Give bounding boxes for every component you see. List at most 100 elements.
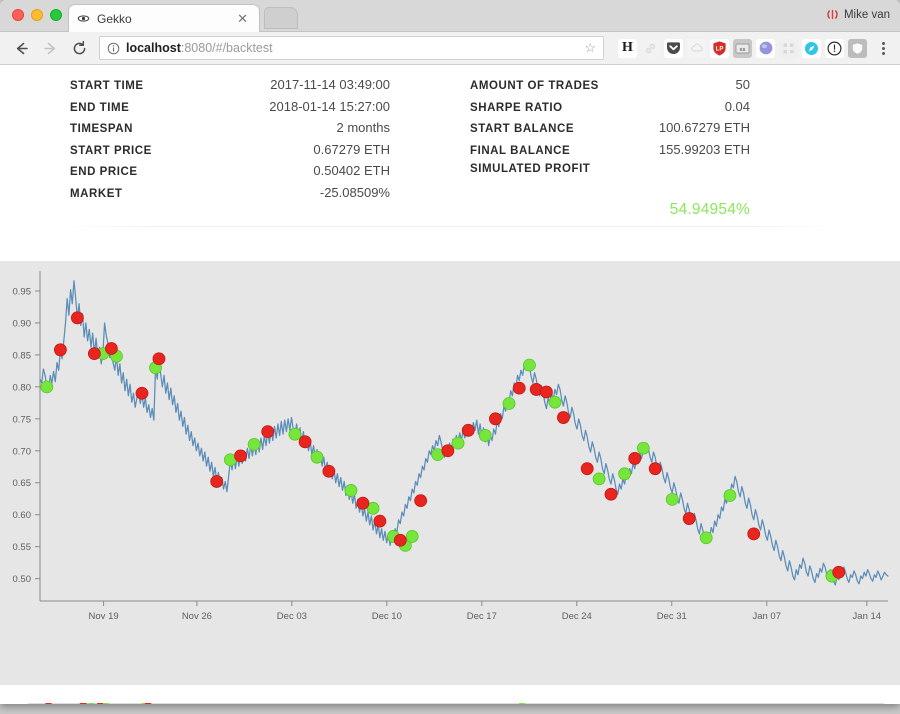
minimize-window-button[interactable] <box>31 9 43 21</box>
info-extension-icon[interactable] <box>825 39 844 58</box>
svg-text:0.75: 0.75 <box>13 414 32 425</box>
stat-row: END TIME 2018-01-14 15:27:00 <box>70 99 390 114</box>
tab-title: Gekko <box>97 12 234 26</box>
stat-label: SIMULATED PROFIT <box>470 163 590 175</box>
stat-label: END PRICE <box>70 166 138 178</box>
browser-window: Gekko ✕ Mike van <box>0 0 900 704</box>
compass-extension-icon[interactable] <box>802 39 821 58</box>
svg-text:0.80: 0.80 <box>13 382 32 393</box>
stat-row: START TIME 2017-11-14 03:49:00 <box>70 77 390 92</box>
svg-text:0.50: 0.50 <box>13 574 32 585</box>
browser-tab[interactable]: Gekko ✕ <box>68 4 260 32</box>
svg-text:0.90: 0.90 <box>13 318 32 329</box>
stat-value: 100.67279 ETH <box>574 120 750 135</box>
stat-label: START BALANCE <box>470 123 574 135</box>
stat-row: FINAL BALANCE 155.99203 ETH <box>470 142 750 157</box>
stat-row: MARKET -25.08509% <box>70 185 390 200</box>
link-extension-icon[interactable] <box>641 39 660 58</box>
close-icon[interactable]: ✕ <box>234 12 251 25</box>
shield-extension-icon[interactable] <box>848 39 867 58</box>
svg-text:0.95: 0.95 <box>13 286 32 297</box>
url-host: localhost <box>126 41 181 55</box>
bookmark-star-icon[interactable]: ☆ <box>578 40 596 56</box>
url-path: :8080/#/backtest <box>181 41 273 55</box>
new-tab-icon[interactable] <box>264 7 298 29</box>
page-content: START TIME 2017-11-14 03:49:00 END TIME … <box>0 65 900 703</box>
profile-badge-icon <box>826 8 839 21</box>
kebab-menu-icon[interactable] <box>874 42 892 55</box>
stat-value: 0.04 <box>563 99 750 114</box>
window-controls <box>12 9 62 21</box>
metamask-extension-icon[interactable] <box>756 39 775 58</box>
summary-column-left: START TIME 2017-11-14 03:49:00 END TIME … <box>0 77 450 261</box>
stat-row: END PRICE 0.50402 ETH <box>70 163 390 178</box>
cloud-extension-icon[interactable] <box>687 39 706 58</box>
svg-text:0.60: 0.60 <box>13 510 32 521</box>
stat-value: 0.67279 ETH <box>152 142 390 157</box>
profit-row: 54.94954% <box>470 185 750 219</box>
address-bar[interactable]: localhost:8080/#/backtest ☆ <box>99 36 604 60</box>
summary-column-right: AMOUNT OF TRADES 50 SHARPE RATIO 0.04 ST… <box>450 77 900 261</box>
reload-icon[interactable] <box>66 35 92 61</box>
stat-row: START PRICE 0.67279 ETH <box>70 142 390 157</box>
stat-label: AMOUNT OF TRADES <box>470 80 599 92</box>
svg-text:Dec 10: Dec 10 <box>372 611 402 622</box>
simulated-profit-value: 54.94954% <box>670 201 750 219</box>
svg-text:Nov 26: Nov 26 <box>182 611 212 622</box>
url-text: localhost:8080/#/backtest <box>126 41 578 55</box>
svg-text:Nov 19: Nov 19 <box>89 611 119 622</box>
stat-label: START TIME <box>70 80 144 92</box>
svg-text:0.55: 0.55 <box>13 542 32 553</box>
svg-text:Dec 17: Dec 17 <box>467 611 497 622</box>
svg-text:LP: LP <box>716 46 724 52</box>
stat-label: END TIME <box>70 102 129 114</box>
grid-extension-icon[interactable] <box>779 39 798 58</box>
stat-value: 50 <box>599 77 750 92</box>
svg-text:0.85: 0.85 <box>13 350 32 361</box>
info-circle-icon <box>107 42 120 55</box>
stat-value: -25.08509% <box>123 185 391 200</box>
lastpass-extension-icon[interactable]: LP <box>710 39 729 58</box>
stat-label: SHARPE RATIO <box>470 102 563 114</box>
svg-text:Dec 24: Dec 24 <box>562 611 592 622</box>
stat-label: FINAL BALANCE <box>470 145 570 157</box>
browser-toolbar: localhost:8080/#/backtest ☆ H LP ss <box>0 32 900 65</box>
stat-label: TIMESPAN <box>70 123 133 135</box>
eye-icon <box>77 12 90 25</box>
stat-label: MARKET <box>70 188 123 200</box>
profile-chip[interactable]: Mike van <box>826 8 890 21</box>
extensions-bar: H LP ss <box>613 39 892 58</box>
close-window-button[interactable] <box>12 9 24 21</box>
screenshot-extension-icon[interactable]: ss <box>733 39 752 58</box>
stat-row: TIMESPAN 2 months <box>70 120 390 135</box>
stat-value: 155.99203 ETH <box>570 142 750 157</box>
svg-text:0.70: 0.70 <box>13 446 32 457</box>
backtest-summary: START TIME 2017-11-14 03:49:00 END TIME … <box>0 65 900 261</box>
stat-value: 0.50402 ETH <box>138 163 390 178</box>
tab-strip: Gekko ✕ Mike van <box>0 0 900 32</box>
maximize-window-button[interactable] <box>50 9 62 21</box>
stat-value: 2018-01-14 15:27:00 <box>129 99 390 114</box>
svg-text:Dec 31: Dec 31 <box>657 611 687 622</box>
svg-text:Dec 03: Dec 03 <box>277 611 307 622</box>
svg-text:0.65: 0.65 <box>13 478 32 489</box>
svg-text:Jan 14: Jan 14 <box>853 611 882 622</box>
pocket-extension-icon[interactable] <box>664 39 683 58</box>
price-chart-svg[interactable]: 0.50 0.55 0.60 0.65 0.70 0.75 0.80 0.85 0.90 0.95… <box>0 261 900 693</box>
svg-text:ss: ss <box>740 46 746 52</box>
back-arrow-icon[interactable] <box>8 35 34 61</box>
stat-value: 2017-11-14 03:49:00 <box>144 77 390 92</box>
stat-value: 2 months <box>133 120 390 135</box>
profile-name: Mike van <box>844 9 890 21</box>
section-divider <box>60 226 840 227</box>
stat-row: START BALANCE 100.67279 ETH <box>470 120 750 135</box>
stat-row: SIMULATED PROFIT <box>470 163 750 178</box>
forward-arrow-icon <box>37 35 63 61</box>
stat-row: AMOUNT OF TRADES 50 <box>470 77 750 92</box>
backtest-chart[interactable]: 0.50 0.55 0.60 0.65 0.70 0.75 0.80 0.85 0.90 0.95… <box>0 261 900 693</box>
svg-text:Jan 07: Jan 07 <box>752 611 781 622</box>
stat-label: START PRICE <box>70 145 152 157</box>
page-bottom-strip <box>0 689 900 703</box>
stat-row: SHARPE RATIO 0.04 <box>470 99 750 114</box>
honey-extension-icon[interactable]: H <box>618 39 637 58</box>
